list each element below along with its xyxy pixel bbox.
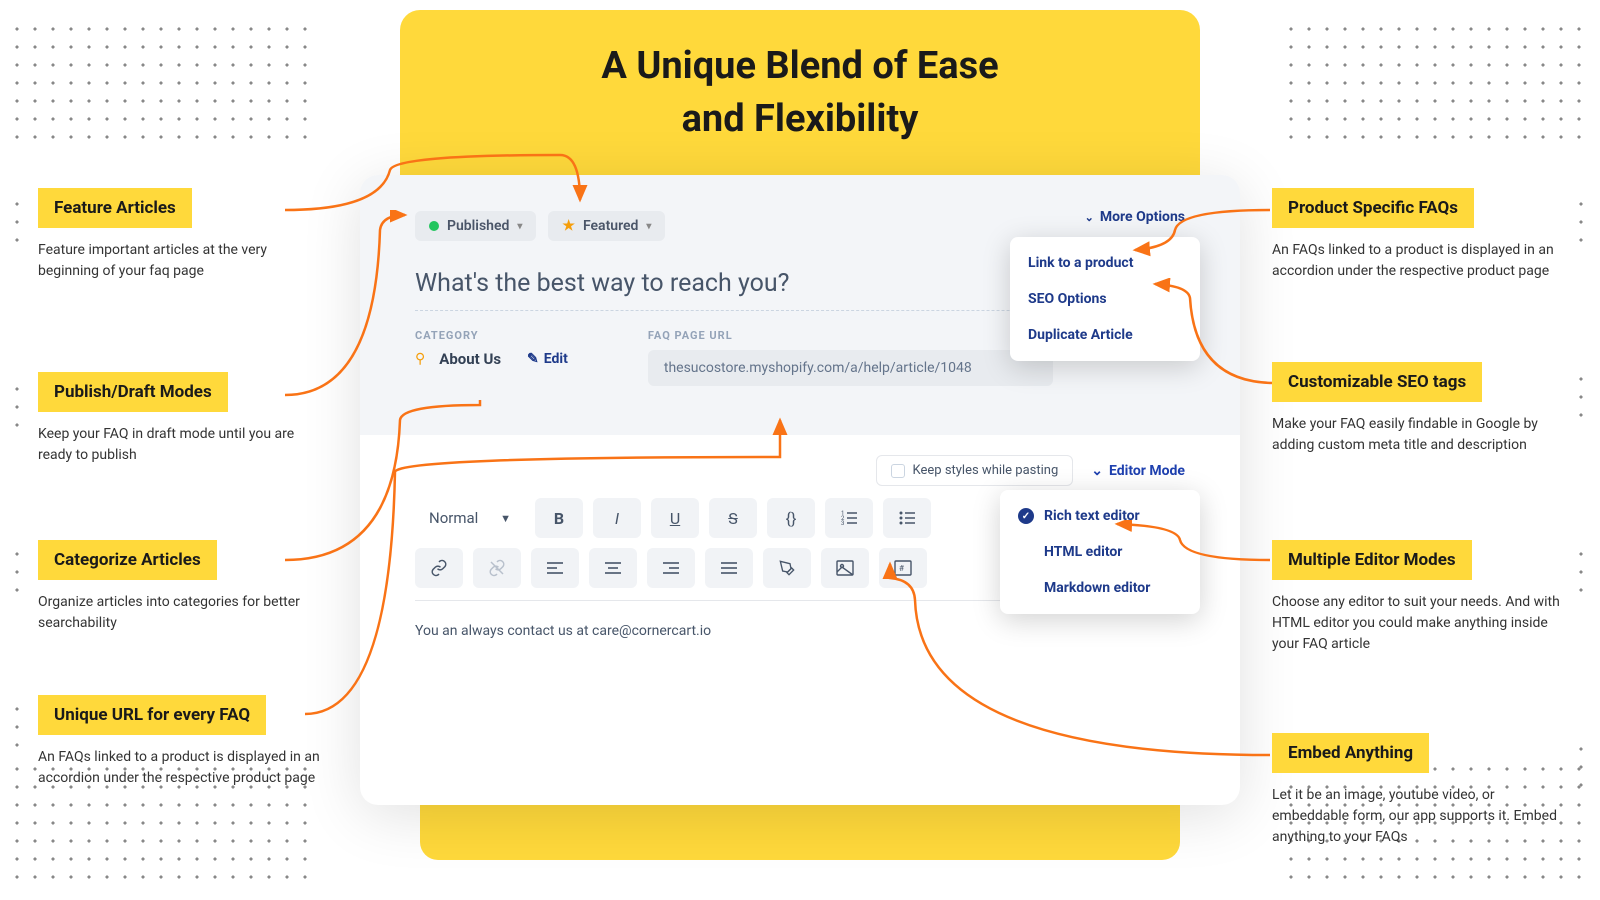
- category-name: About Us: [439, 350, 501, 368]
- image-button[interactable]: [821, 548, 869, 588]
- url-value[interactable]: thesucostore.myshopify.com/a/help/articl…: [648, 350, 1053, 386]
- callout-categorize: Categorize Articles Organize articles in…: [38, 540, 328, 634]
- category-label: CATEGORY: [415, 329, 568, 342]
- edit-label: Edit: [544, 351, 568, 367]
- callout-product-faqs: Product Specific FAQs An FAQs linked to …: [1272, 188, 1562, 282]
- bullet-list-button[interactable]: [883, 498, 931, 538]
- callout-desc: Keep your FAQ in draft mode until you ar…: [38, 424, 328, 466]
- callout-seo-tags: Customizable SEO tags Make your FAQ easi…: [1272, 362, 1562, 456]
- published-label: Published: [447, 218, 509, 234]
- dot-pattern: [1572, 195, 1592, 243]
- chevron-down-icon: ▾: [517, 221, 522, 232]
- callout-unique-url: Unique URL for every FAQ An FAQs linked …: [38, 695, 328, 789]
- checkbox-icon: [891, 464, 905, 478]
- star-icon: ★: [562, 218, 575, 234]
- keep-styles-toggle[interactable]: Keep styles while pasting: [876, 455, 1074, 486]
- chevron-down-icon: ⌄: [1085, 211, 1094, 224]
- callout-title: Feature Articles: [38, 188, 192, 228]
- dot-pattern: [8, 195, 28, 243]
- headline-line2: and Flexibility: [682, 97, 919, 141]
- editor-mode-label: Editor Mode: [1109, 463, 1185, 479]
- dot-pattern: [8, 380, 28, 428]
- callout-title: Multiple Editor Modes: [1272, 540, 1472, 580]
- dot-pattern: [1572, 545, 1592, 593]
- category-column: CATEGORY ⚲ About Us ✎ Edit: [415, 329, 568, 386]
- callout-desc: Organize articles into categories for be…: [38, 592, 328, 634]
- pencil-icon: ✎: [527, 351, 539, 367]
- status-dot-icon: [429, 221, 439, 231]
- dot-pattern: [1572, 370, 1592, 418]
- callout-desc: An FAQs linked to a product is displayed…: [1272, 240, 1562, 282]
- headline: A Unique Blend of Ease and Flexibility: [400, 40, 1200, 146]
- ordered-list-button[interactable]: 123: [825, 498, 873, 538]
- chevron-down-icon: ⌄: [1091, 463, 1103, 479]
- chevron-down-icon: ▾: [646, 221, 651, 232]
- arrow: [1140, 278, 1280, 388]
- keep-styles-label: Keep styles while pasting: [913, 463, 1059, 478]
- callout-title: Publish/Draft Modes: [38, 372, 228, 412]
- dot-pattern: [1572, 740, 1592, 788]
- dot-pattern: [8, 700, 28, 748]
- callout-title: Unique URL for every FAQ: [38, 695, 266, 735]
- category-value-row: ⚲ About Us ✎ Edit: [415, 350, 568, 368]
- callout-desc: Make your FAQ easily findable in Google …: [1272, 414, 1562, 456]
- arrow: [1120, 205, 1280, 265]
- callout-desc: An FAQs linked to a product is displayed…: [38, 747, 328, 789]
- callout-publish-draft: Publish/Draft Modes Keep your FAQ in dra…: [38, 372, 328, 466]
- callout-editor-modes: Multiple Editor Modes Choose any editor …: [1272, 540, 1562, 655]
- callout-desc: Choose any editor to suit your needs. An…: [1272, 592, 1562, 655]
- url-label: FAQ PAGE URL: [648, 329, 1053, 342]
- dot-pattern: [8, 20, 318, 140]
- callout-title: Categorize Articles: [38, 540, 217, 580]
- callout-desc: Let it be an image, youtube video, or em…: [1272, 785, 1562, 848]
- dot-pattern: [8, 545, 28, 593]
- callout-embed-anything: Embed Anything Let it be an image, youtu…: [1272, 733, 1562, 848]
- callout-title: Product Specific FAQs: [1272, 188, 1474, 228]
- callout-desc: Feature important articles at the very b…: [38, 240, 328, 282]
- callout-title: Customizable SEO tags: [1272, 362, 1482, 402]
- headline-line1: A Unique Blend of Ease: [601, 44, 998, 88]
- arrow: [300, 412, 810, 722]
- editor-mode-button[interactable]: ⌄ Editor Mode: [1091, 463, 1185, 479]
- dot-pattern: [1282, 20, 1592, 140]
- featured-label: Featured: [583, 218, 638, 234]
- check-icon: ✓: [1018, 508, 1034, 524]
- callout-title: Embed Anything: [1272, 733, 1429, 773]
- edit-category-button[interactable]: ✎ Edit: [527, 351, 568, 367]
- svg-text:3: 3: [841, 520, 844, 527]
- arrow: [870, 560, 1280, 760]
- url-column: FAQ PAGE URL thesucostore.myshopify.com/…: [648, 329, 1053, 386]
- callout-feature-articles: Feature Articles Feature important artic…: [38, 188, 328, 282]
